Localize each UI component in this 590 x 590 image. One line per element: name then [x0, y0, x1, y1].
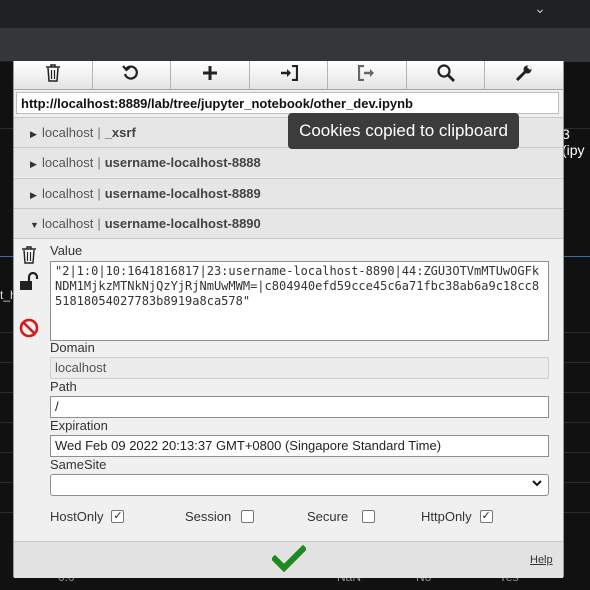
- samesite-select[interactable]: [50, 474, 549, 496]
- import-icon: [280, 64, 298, 86]
- cookie-name: username-localhost-8890: [104, 216, 261, 231]
- cookie-separator: |: [97, 186, 101, 201]
- reload-button[interactable]: [93, 61, 172, 89]
- cookie-row-8889[interactable]: ▶ localhost | username-localhost-8889: [14, 178, 563, 208]
- domain-label: Domain: [50, 340, 95, 355]
- secure-flag: Secure: [307, 509, 376, 524]
- copied-toast: Cookies copied to clipboard: [288, 113, 519, 149]
- trash-icon: [21, 245, 37, 269]
- chevron-down-icon: [531, 477, 543, 492]
- httponly-checkbox[interactable]: ✓: [479, 510, 493, 523]
- domain-field[interactable]: localhost: [50, 357, 549, 379]
- unlock-button[interactable]: [19, 271, 39, 297]
- search-button[interactable]: [407, 61, 486, 89]
- hostonly-flag: HostOnly ✓: [50, 509, 125, 524]
- session-checkbox[interactable]: [241, 510, 255, 523]
- cookie-name: _xsrf: [104, 125, 136, 140]
- cookie-name: username-localhost-8888: [104, 155, 261, 170]
- cookie-name: username-localhost-8889: [104, 186, 261, 201]
- popup-footer: Help: [14, 541, 563, 578]
- help-link[interactable]: Help: [530, 554, 553, 566]
- browser-tab-strip: ⌄: [0, 0, 590, 28]
- httponly-label: HttpOnly: [421, 509, 472, 524]
- import-button[interactable]: [250, 61, 329, 89]
- block-icon: [19, 318, 39, 343]
- cookie-row-8890[interactable]: ▼ localhost | username-localhost-8890: [14, 208, 563, 238]
- secure-label: Secure: [307, 509, 349, 524]
- path-label: Path: [50, 379, 77, 394]
- httponly-flag: HttpOnly ✓: [421, 509, 493, 524]
- delete-all-button[interactable]: [14, 61, 93, 89]
- secure-checkbox[interactable]: [362, 510, 376, 523]
- cookie-domain: localhost: [42, 186, 94, 201]
- checkmark-icon: [270, 544, 308, 577]
- background-tab-fragment: 3 (ipy: [562, 126, 585, 158]
- export-icon: [357, 64, 376, 86]
- expiration-label: Expiration: [50, 418, 108, 433]
- samesite-label: SameSite: [50, 457, 107, 472]
- search-icon: [437, 63, 455, 87]
- trash-icon: [45, 63, 61, 87]
- cookie-row-8888[interactable]: ▶ localhost | username-localhost-8888: [14, 147, 563, 177]
- caret-right-icon: ▶: [30, 190, 37, 200]
- settings-button[interactable]: [485, 61, 563, 89]
- unlock-icon: [19, 271, 39, 297]
- browser-toolbar: ☆: [0, 28, 590, 85]
- save-button[interactable]: [270, 544, 308, 578]
- add-cookie-button[interactable]: [171, 61, 250, 89]
- cookie-details: Value "2|1:0|10:1641816817|23:username-l…: [14, 238, 563, 540]
- wrench-icon: [515, 63, 534, 87]
- cookie-domain: localhost: [42, 155, 94, 170]
- cookie-separator: |: [97, 155, 101, 170]
- cookie-domain: localhost: [42, 125, 94, 140]
- plus-icon: [202, 65, 218, 86]
- cookie-separator: |: [97, 125, 101, 140]
- delete-cookie-button[interactable]: [19, 245, 39, 269]
- expiration-field[interactable]: Wed Feb 09 2022 20:13:37 GMT+0800 (Singa…: [50, 435, 549, 457]
- session-label: Session: [185, 509, 232, 524]
- cookie-domain: localhost: [42, 216, 94, 231]
- value-textarea[interactable]: "2|1:0|10:1641816817|23:username-localho…: [50, 261, 549, 341]
- hostonly-label: HostOnly: [50, 509, 104, 524]
- popup-toolbar: [14, 61, 563, 90]
- caret-right-icon: ▶: [30, 159, 37, 169]
- reload-icon: [122, 64, 140, 87]
- session-flag: Session: [185, 509, 255, 524]
- hostonly-checkbox[interactable]: ✓: [111, 510, 125, 523]
- value-label: Value: [50, 243, 83, 258]
- caret-right-icon: ▶: [30, 129, 37, 139]
- current-url: http://localhost:8889/lab/tree/jupyter_n…: [16, 92, 559, 114]
- block-cookie-button[interactable]: [19, 318, 39, 343]
- path-field[interactable]: /: [50, 396, 549, 418]
- chevron-down-icon[interactable]: ⌄: [532, 0, 548, 16]
- export-button[interactable]: [328, 61, 407, 89]
- caret-down-icon: ▼: [30, 220, 39, 230]
- cookie-separator: |: [97, 216, 101, 231]
